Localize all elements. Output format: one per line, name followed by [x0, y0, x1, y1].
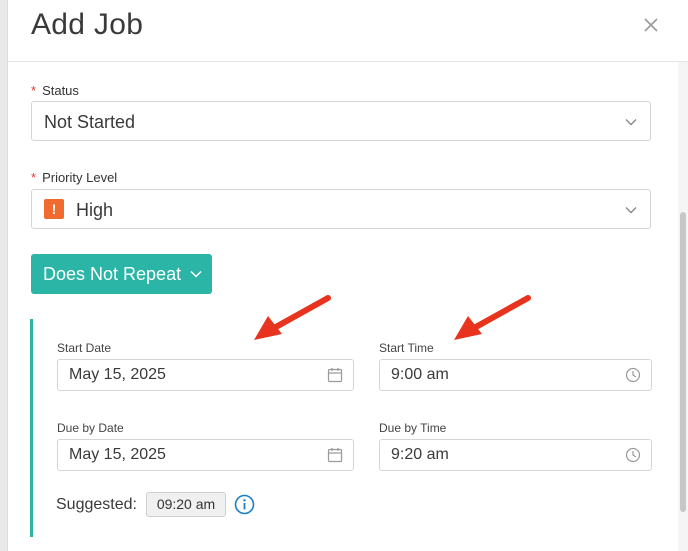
chevron-down-icon — [625, 119, 637, 126]
calendar-icon[interactable] — [327, 367, 343, 383]
due-time-label: Due by Time — [379, 421, 447, 435]
status-value: Not Started — [44, 112, 136, 132]
status-label: * Status — [31, 83, 79, 98]
start-date-field[interactable]: May 15, 2025 — [57, 359, 354, 391]
modal-title: Add Job — [31, 8, 144, 41]
priority-value: High — [76, 200, 114, 220]
info-icon[interactable] — [234, 494, 255, 515]
repeat-dropdown-button[interactable]: Does Not Repeat — [31, 254, 212, 294]
priority-label-text: Priority Level — [42, 170, 118, 185]
start-date-value: May 15, 2025 — [69, 366, 166, 383]
priority-label: * Priority Level — [31, 170, 117, 185]
modal-header: Add Job — [8, 0, 688, 62]
suggested-time-chip[interactable]: 09:20 am — [146, 492, 226, 517]
calendar-icon[interactable] — [327, 447, 343, 463]
due-time-field[interactable]: 9:20 am — [379, 439, 652, 471]
priority-select[interactable]: ! High — [31, 189, 651, 229]
background-page-edge — [0, 0, 8, 551]
start-time-label: Start Time — [379, 341, 434, 355]
scrollbar-thumb[interactable] — [680, 212, 686, 512]
required-marker: * — [31, 170, 37, 185]
schedule-section-bar — [30, 319, 33, 537]
start-date-label: Start Date — [57, 341, 112, 355]
add-job-modal: Add Job * Status Not Started * Priority Le… — [8, 0, 688, 551]
priority-high-icon: ! — [44, 199, 64, 219]
clock-icon[interactable] — [625, 367, 641, 383]
annotation-arrow-start-date — [254, 295, 331, 340]
chevron-down-icon — [190, 270, 202, 278]
annotation-arrow-start-time — [454, 295, 531, 340]
suggested-label: Suggested: — [56, 496, 137, 513]
required-marker: * — [31, 83, 37, 98]
clock-icon[interactable] — [625, 447, 641, 463]
repeat-label: Does Not Repeat — [43, 264, 182, 284]
due-date-label: Due by Date — [57, 421, 124, 435]
start-time-field[interactable]: 9:00 am — [379, 359, 652, 391]
chevron-down-icon — [625, 207, 637, 214]
close-icon[interactable] — [640, 14, 662, 36]
start-time-value: 9:00 am — [391, 366, 449, 383]
due-time-value: 9:20 am — [391, 446, 449, 463]
status-select[interactable]: Not Started — [31, 101, 651, 141]
status-label-text: Status — [42, 83, 79, 98]
due-date-field[interactable]: May 15, 2025 — [57, 439, 354, 471]
due-date-value: May 15, 2025 — [69, 446, 166, 463]
